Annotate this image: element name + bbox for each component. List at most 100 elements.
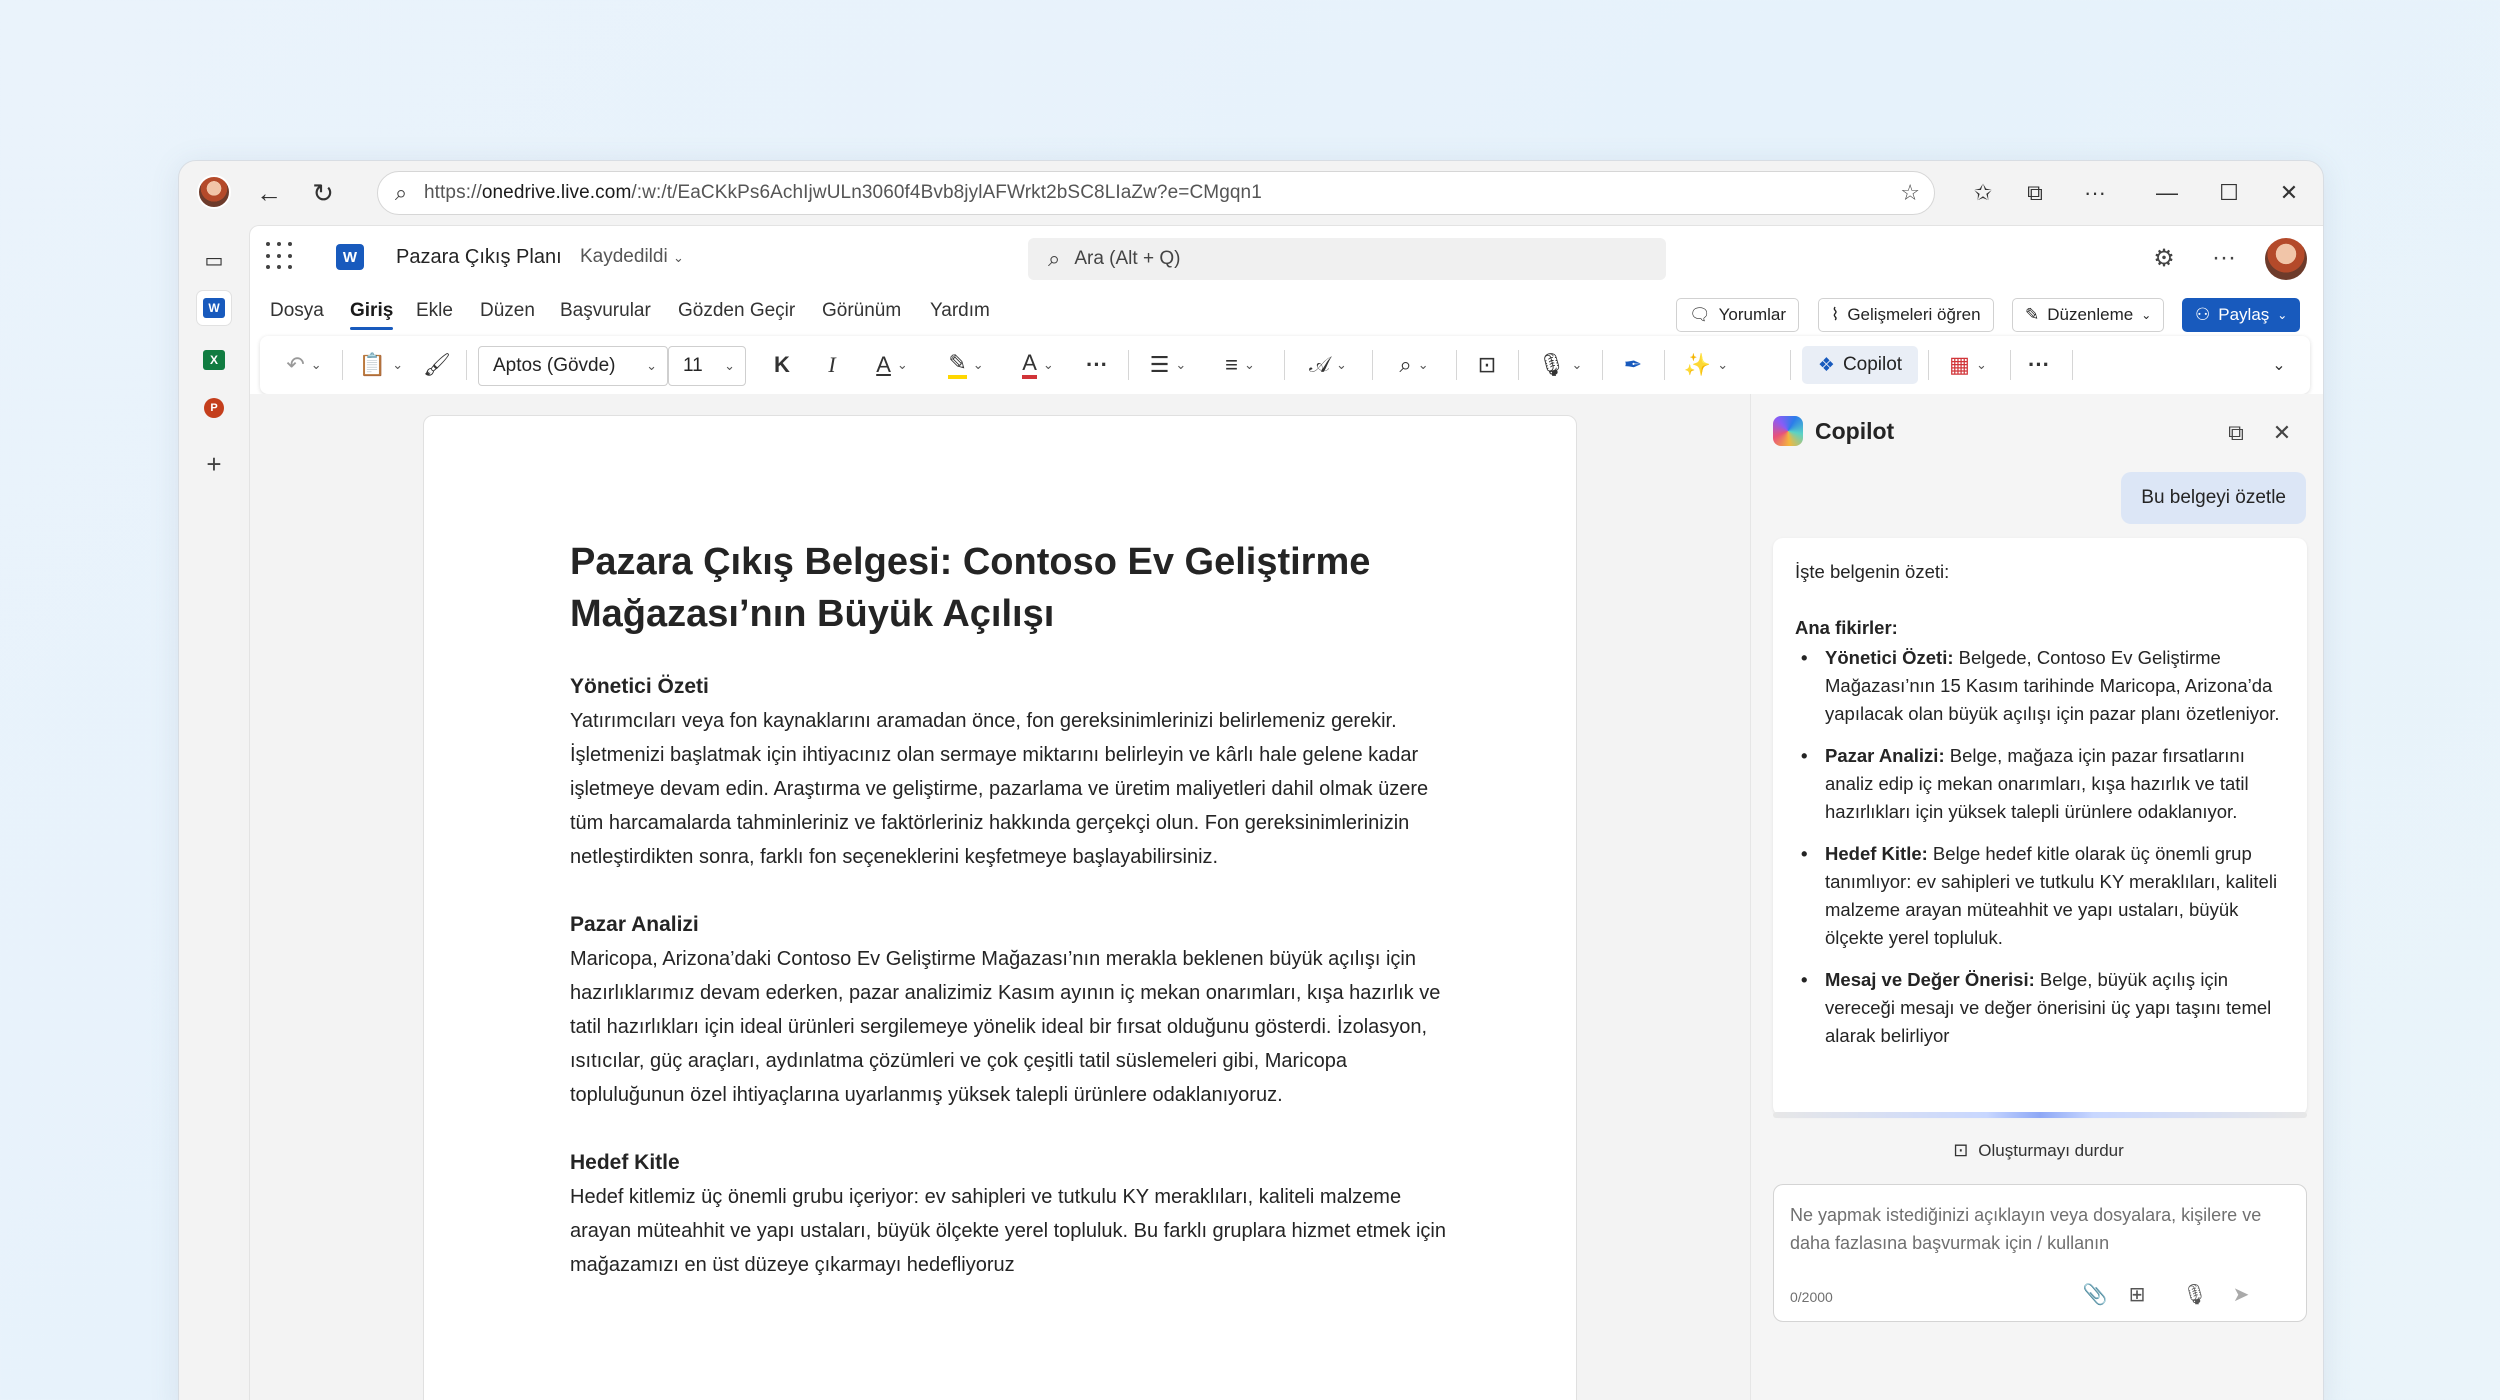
section-body: Maricopa, Arizona’daki Contoso Ev Gelişt… bbox=[570, 948, 1441, 1106]
word-app: W Pazara Çıkış Planı Kaydedildi ⌄ ⌕ Ara … bbox=[249, 225, 2323, 1400]
copilot-label: Copilot bbox=[1842, 354, 1903, 375]
attach-paperclip-icon[interactable]: 📎 bbox=[2080, 1279, 2110, 1309]
chevron-down-icon: ⌄ bbox=[646, 358, 657, 373]
send-icon[interactable]: ➤ bbox=[2226, 1279, 2256, 1309]
sensitivity-icon[interactable]: ⊡ bbox=[1470, 348, 1504, 382]
activity-icon: ⌇ bbox=[1831, 305, 1840, 324]
comment-icon: 🗨 bbox=[1689, 305, 1711, 324]
highlight-color-icon[interactable]: ✎ ⌄ bbox=[938, 348, 994, 382]
ribbon-toolbar: ↶ ⌄ 📋 ⌄ 🖌 Aptos (Gövde) ⌄ 11 ⌄ K I A ⌄ ✎ ⌄ A ⌄ … bbox=[260, 336, 2310, 394]
document-title: Pazara Çıkış Belgesi: Contoso Ev Gelişti… bbox=[570, 541, 1371, 635]
copilot-response: İşte belgenin özeti: Ana fikirler: Yönet… bbox=[1773, 538, 2307, 1116]
bold-button[interactable]: K bbox=[766, 348, 798, 382]
word-app-icon[interactable]: W bbox=[197, 291, 231, 325]
divider bbox=[1602, 350, 1603, 380]
chevron-down-icon: ⌄ bbox=[672, 250, 684, 265]
add-ins-grid-icon[interactable]: ▦ ⌄ bbox=[1940, 348, 1996, 382]
expand-ribbon-chevron-icon[interactable]: ⌄ bbox=[2264, 348, 2294, 382]
comments-button[interactable]: 🗨 Yorumlar bbox=[1676, 298, 1799, 332]
editor-icon[interactable]: ✒ bbox=[1616, 348, 1650, 382]
microphone-icon[interactable]: 🎙 bbox=[2180, 1279, 2210, 1309]
tab-home[interactable]: Giriş bbox=[350, 300, 394, 330]
maximize-icon[interactable]: ☐ bbox=[2209, 173, 2249, 213]
search-input[interactable]: ⌕ Ara (Alt + Q) bbox=[1028, 238, 1666, 280]
paste-icon[interactable]: 📋 ⌄ bbox=[352, 348, 410, 382]
settings-gear-icon[interactable]: ⚙ bbox=[2146, 240, 2182, 276]
divider bbox=[1790, 350, 1791, 380]
tab-references[interactable]: Başvurular bbox=[560, 300, 651, 322]
editing-label: Düzenleme bbox=[2047, 305, 2134, 324]
search-icon: ⌕ bbox=[1048, 246, 1061, 271]
prompts-gallery-icon[interactable]: ⊞ bbox=[2122, 1279, 2152, 1309]
tab-view[interactable]: Görünüm bbox=[822, 300, 901, 322]
chevron-down-icon: ⌄ bbox=[2277, 308, 2288, 322]
more-font-options-icon[interactable]: ··· bbox=[1080, 348, 1114, 382]
refresh-icon[interactable]: ↻ bbox=[303, 173, 343, 213]
copilot-input[interactable]: Ne yapmak istediğinizi açıklayın veya do… bbox=[1773, 1184, 2307, 1322]
tab-layout[interactable]: Düzen bbox=[480, 300, 535, 322]
app-launcher-icon[interactable] bbox=[266, 242, 294, 270]
bullets-icon[interactable]: ☰ ⌄ bbox=[1140, 348, 1196, 382]
back-arrow-icon[interactable]: ← bbox=[249, 173, 289, 213]
add-app-icon[interactable]: + bbox=[197, 447, 231, 481]
dictate-microphone-icon[interactable]: 🎙 ⌄ bbox=[1532, 348, 1588, 382]
font-family-value: Aptos (Gövde) bbox=[493, 355, 616, 376]
tab-file[interactable]: Dosya bbox=[270, 300, 324, 322]
sidebar-toggle-icon[interactable]: ▭ bbox=[197, 243, 231, 277]
italic-button[interactable]: I bbox=[816, 348, 848, 382]
document-page[interactable]: Pazara Çıkış Belgesi: Contoso Ev Gelişti… bbox=[423, 415, 1577, 1400]
share-button[interactable]: ⚇ Paylaş ⌄ bbox=[2182, 298, 2301, 332]
more-icon[interactable]: ··· bbox=[2075, 173, 2115, 213]
search-icon: ⌕ bbox=[394, 180, 408, 205]
divider bbox=[466, 350, 467, 380]
font-color-icon[interactable]: A ⌄ bbox=[1010, 348, 1066, 382]
address-bar[interactable]: ⌕ https://onedrive.live.com/:w:/t/EaCKkP… bbox=[377, 171, 1935, 215]
word-logo-icon: W bbox=[336, 244, 364, 270]
tab-review[interactable]: Gözden Geçir bbox=[678, 300, 795, 322]
tab-insert[interactable]: Ekle bbox=[416, 300, 453, 322]
add-favorite-icon[interactable]: ☆ bbox=[1900, 180, 1920, 206]
minimize-icon[interactable]: — bbox=[2147, 173, 2187, 213]
divider bbox=[1284, 350, 1285, 380]
font-family-select[interactable]: Aptos (Gövde) ⌄ bbox=[478, 346, 668, 386]
find-icon[interactable]: ⌕ ⌄ bbox=[1386, 348, 1442, 382]
editing-mode-button[interactable]: ✎ Düzenleme ⌄ bbox=[2012, 298, 2165, 332]
pop-out-icon[interactable]: ⧉ bbox=[2219, 416, 2253, 450]
section-body: Hedef kitlemiz üç önemli grubu içeriyor:… bbox=[570, 1186, 1446, 1276]
catch-up-button[interactable]: ⌇ Gelişmeleri öğren bbox=[1818, 298, 1994, 332]
align-icon[interactable]: ≡ ⌄ bbox=[1212, 348, 1268, 382]
key-points-list: Yönetici Özeti: Belgede, Contoso Ev Geli… bbox=[1795, 644, 2285, 1050]
underline-style-icon[interactable]: A ⌄ bbox=[864, 348, 920, 382]
chevron-down-icon: ⌄ bbox=[2141, 308, 2152, 322]
styles-icon[interactable]: 𝒜 ⌄ bbox=[1300, 348, 1356, 382]
avatar[interactable] bbox=[2265, 238, 2307, 280]
close-window-icon[interactable]: ✕ bbox=[2269, 173, 2309, 213]
format-painter-icon[interactable]: 🖌 bbox=[420, 348, 454, 382]
section-body: Yatırımcıları veya fon kaynaklarını aram… bbox=[570, 710, 1429, 868]
document-canvas: Pazara Çıkış Belgesi: Contoso Ev Gelişti… bbox=[250, 394, 1750, 1400]
character-counter: 0/2000 bbox=[1790, 1289, 1833, 1305]
browser-profile-avatar[interactable] bbox=[197, 175, 231, 209]
pencil-icon: ✎ bbox=[2025, 305, 2040, 324]
copilot-ribbon-button[interactable]: ❖ Copilot bbox=[1802, 346, 1918, 384]
copilot-icon: ❖ bbox=[1817, 354, 1835, 376]
save-status[interactable]: Kaydedildi ⌄ bbox=[580, 246, 684, 268]
document-name[interactable]: Pazara Çıkış Planı bbox=[396, 246, 562, 269]
document-content: Pazara Çıkış Belgesi: Contoso Ev Gelişti… bbox=[570, 536, 1450, 1316]
tab-help[interactable]: Yardım bbox=[930, 300, 990, 322]
close-icon[interactable]: ✕ bbox=[2265, 416, 2299, 450]
designer-wand-icon[interactable]: ✨ ⌄ bbox=[1678, 348, 1734, 382]
excel-app-icon[interactable]: X bbox=[197, 343, 231, 377]
favorites-icon[interactable]: ✩ bbox=[1963, 173, 2003, 213]
powerpoint-app-icon[interactable]: P bbox=[197, 391, 231, 425]
more-tools-icon[interactable]: ··· bbox=[2022, 348, 2056, 382]
section-heading: Yönetici Özeti bbox=[570, 675, 709, 698]
collections-icon[interactable]: ⧉ bbox=[2015, 173, 2055, 213]
font-size-select[interactable]: 11 ⌄ bbox=[668, 346, 746, 386]
undo-icon[interactable]: ↶ ⌄ bbox=[278, 348, 330, 382]
stop-generating-button[interactable]: ⊡ Oluşturmayı durdur bbox=[1751, 1140, 2323, 1161]
more-options-icon[interactable]: ··· bbox=[2206, 240, 2242, 276]
divider bbox=[342, 350, 343, 380]
section-heading: Hedef Kitle bbox=[570, 1151, 680, 1174]
list-item: Mesaj ve Değer Önerisi: Belge, büyük açı… bbox=[1795, 966, 2285, 1050]
